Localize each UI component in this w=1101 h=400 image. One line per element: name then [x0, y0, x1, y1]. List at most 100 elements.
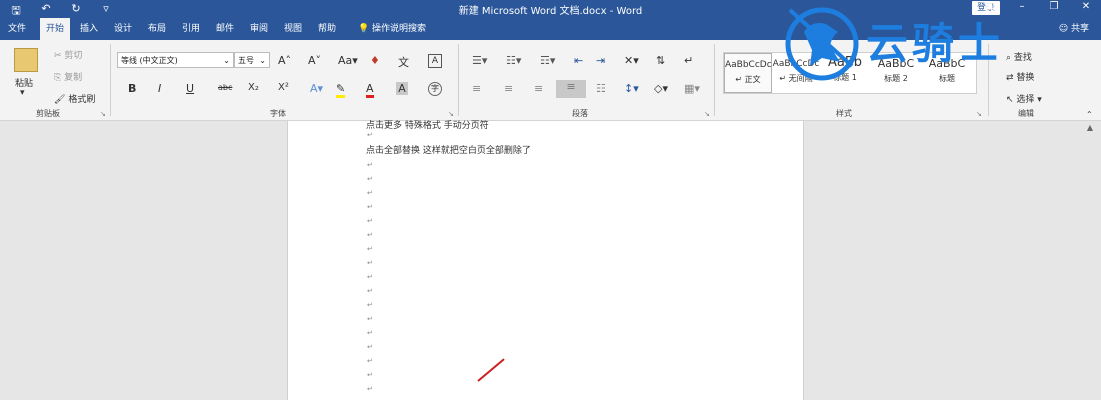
tab-review[interactable]: 审阅 — [244, 18, 274, 40]
subscript-button[interactable]: X₂ — [248, 82, 259, 93]
collapse-ribbon-icon[interactable]: ⌃ — [1086, 110, 1093, 119]
font-name-value: 等线 (中文正文) — [121, 56, 178, 65]
font-size-value: 五号 — [238, 56, 254, 65]
style-sample: AaBbCcDc — [725, 60, 772, 70]
increase-indent-icon[interactable]: ⇥ — [596, 54, 605, 67]
tab-mailings[interactable]: 邮件 — [210, 18, 240, 40]
paragraph-mark: ↵ — [367, 329, 373, 337]
paragraph-mark: ↵ — [367, 189, 373, 197]
copy-label: 复制 — [64, 73, 83, 83]
underline-button[interactable]: U — [186, 82, 194, 95]
paragraph-mark: ↵ — [367, 371, 373, 379]
align-right-icon[interactable]: ≡ — [534, 82, 543, 95]
paragraph-mark: ↵ — [367, 287, 373, 295]
clipboard-group-label: 剪贴板 — [36, 109, 60, 118]
cut-label: 剪切 — [64, 51, 83, 61]
bold-button[interactable]: B — [128, 82, 136, 95]
document-line[interactable]: 点击全部替换 这样就把空白页全部删除了 — [366, 143, 531, 156]
paragraph-mark: ↵ — [367, 217, 373, 225]
paragraph-mark: ↵ — [367, 175, 373, 183]
styles-group-label: 样式 — [836, 109, 852, 118]
line-spacing-icon[interactable]: ↕▾ — [624, 82, 639, 95]
font-launcher-icon[interactable]: ↘ — [448, 110, 454, 118]
style-name: ↵ 正文 — [735, 75, 761, 84]
tell-me-label: 操作说明搜索 — [372, 24, 427, 34]
phonetic-guide-icon[interactable]: 文 — [398, 54, 409, 70]
group-divider — [714, 44, 715, 116]
clear-format-icon[interactable]: ♦ — [370, 54, 380, 67]
tab-view[interactable]: 视图 — [278, 18, 308, 40]
chevron-down-icon: ⌄ — [259, 56, 266, 65]
char-shading-icon[interactable]: A — [396, 82, 408, 95]
change-case-icon[interactable]: Aa▾ — [338, 54, 358, 67]
watermark-text: 云骑士 — [866, 19, 1005, 68]
paragraph-mark: ↵ — [367, 301, 373, 309]
paragraph-group-label: 段落 — [572, 109, 588, 118]
multilevel-list-icon[interactable]: ☶▾ — [540, 54, 555, 67]
font-group-label: 字体 — [270, 109, 286, 118]
paragraph-launcher-icon[interactable]: ↘ — [704, 110, 710, 118]
borders-icon[interactable]: ▦▾ — [684, 82, 700, 95]
show-marks-icon[interactable]: ↵ — [684, 54, 693, 67]
cut-button[interactable]: ✂ 剪切 — [54, 48, 82, 61]
styles-launcher-icon[interactable]: ↘ — [976, 110, 982, 118]
char-border-icon[interactable]: A — [428, 54, 442, 68]
paste-icon[interactable] — [14, 48, 38, 72]
tab-references[interactable]: 引用 — [176, 18, 206, 40]
document-page[interactable]: 点击更多 特殊格式 手动分页符 ↵ 点击全部替换 这样就把空白页全部删除了 ↵ … — [287, 121, 804, 400]
bullets-icon[interactable]: ☰▾ — [472, 54, 487, 67]
tab-home[interactable]: 开始 — [40, 18, 70, 40]
shrink-font-icon[interactable]: A˅ — [308, 54, 321, 67]
font-color-icon[interactable]: A — [366, 82, 374, 98]
paragraph-mark: ↵ — [367, 259, 373, 267]
knight-logo-icon — [785, 7, 859, 81]
grow-font-icon[interactable]: A˄ — [278, 54, 291, 67]
paragraph-mark: ↵ — [367, 273, 373, 281]
paragraph-mark: ↵ — [367, 245, 373, 253]
lightbulb-icon: 💡 — [357, 24, 370, 34]
chinese-layout-icon[interactable]: ✕▾ — [624, 54, 639, 67]
enclose-char-icon[interactable]: 字 — [428, 82, 442, 96]
format-painter-button[interactable]: 🖌 格式刷 — [54, 92, 95, 105]
select-button[interactable]: ↖ 选择 ▾ — [1006, 92, 1042, 105]
sort-icon[interactable]: ⇅ — [656, 54, 665, 67]
paragraph-mark: ↵ — [367, 131, 373, 139]
clipboard-launcher-icon[interactable]: ↘ — [100, 110, 106, 118]
document-line[interactable]: 点击更多 特殊格式 手动分页符 — [366, 118, 489, 131]
paragraph-mark: ↵ — [367, 203, 373, 211]
copy-icon: ⎘ — [54, 73, 62, 83]
chevron-down-icon: ⌄ — [223, 56, 230, 65]
tab-file[interactable]: 文件 — [0, 18, 34, 40]
align-left-icon[interactable]: ≡ — [472, 82, 481, 95]
font-name-combo[interactable]: 等线 (中文正文) ⌄ — [117, 52, 234, 68]
copy-button[interactable]: ⎘ 复制 — [54, 70, 82, 83]
tab-design[interactable]: 设计 — [108, 18, 138, 40]
align-center-icon[interactable]: ≡ — [504, 82, 513, 95]
close-icon[interactable]: ✕ — [1079, 1, 1093, 12]
style-normal[interactable]: AaBbCcDc ↵ 正文 — [724, 53, 772, 93]
paste-dropdown-icon[interactable]: ▾ — [20, 88, 25, 98]
tab-layout[interactable]: 布局 — [142, 18, 172, 40]
scissors-icon: ✂ — [54, 51, 62, 61]
numbering-icon[interactable]: ☷▾ — [506, 54, 521, 67]
distributed-icon[interactable]: ☷ — [596, 82, 606, 95]
decrease-indent-icon[interactable]: ⇤ — [574, 54, 583, 67]
text-effects-icon[interactable]: A▾ — [310, 82, 323, 95]
strikethrough-button[interactable]: abc — [218, 83, 232, 92]
highlight-color-icon[interactable]: ✎ — [336, 82, 346, 98]
group-divider — [458, 44, 459, 116]
paragraph-mark: ↵ — [367, 161, 373, 169]
italic-button[interactable]: I — [158, 82, 161, 95]
tell-me-search[interactable]: 💡 操作说明搜索 — [352, 18, 432, 40]
superscript-button[interactable]: X² — [278, 82, 289, 93]
brush-icon: 🖌 — [54, 95, 66, 105]
paragraph-mark: ↵ — [367, 315, 373, 323]
shading-icon[interactable]: ◇▾ — [654, 82, 668, 95]
font-size-combo[interactable]: 五号 ⌄ — [234, 52, 270, 68]
scrollbar-up-arrow[interactable]: ▲ — [1087, 123, 1093, 132]
justify-icon[interactable]: ≡ — [556, 80, 586, 98]
tab-help[interactable]: 帮助 — [312, 18, 342, 40]
select-label: 选择 — [1016, 95, 1035, 105]
paragraph-mark: ↵ — [367, 231, 373, 239]
tab-insert[interactable]: 插入 — [74, 18, 104, 40]
